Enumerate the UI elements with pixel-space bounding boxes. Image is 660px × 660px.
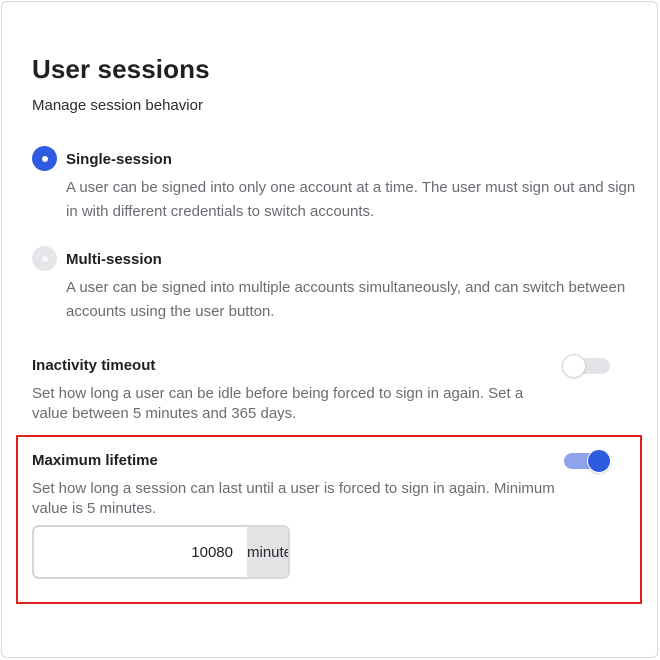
multi-session-label[interactable]: Multi-session [66, 251, 162, 268]
unit-suffix: minutes [247, 527, 288, 577]
inactivity-timeout-description: Set how long a user can be idle before b… [32, 385, 524, 422]
maximum-lifetime-description: Set how long a session can last until a … [32, 480, 555, 517]
page-subtitle: Manage session behavior [32, 97, 203, 114]
maximum-lifetime-toggle[interactable] [562, 448, 612, 474]
page-title: User sessions [32, 54, 210, 84]
maximum-lifetime-input[interactable] [34, 527, 247, 577]
inactivity-timeout-toggle[interactable] [562, 353, 612, 379]
toggle-knob [587, 449, 611, 473]
user-sessions-card: User sessions Manage session behavior Si… [1, 1, 658, 658]
multi-session-description: A user can be signed into multiple accou… [66, 279, 626, 320]
single-session-label[interactable]: Single-session [66, 151, 172, 168]
inactivity-timeout-label: Inactivity timeout [32, 357, 156, 374]
maximum-lifetime-input-group: minutes [32, 525, 290, 579]
single-session-description: A user can be signed into only one accou… [66, 179, 636, 220]
multi-session-radio[interactable] [32, 246, 57, 271]
maximum-lifetime-label: Maximum lifetime [32, 452, 158, 469]
single-session-radio[interactable] [32, 146, 57, 171]
toggle-knob [562, 354, 586, 378]
